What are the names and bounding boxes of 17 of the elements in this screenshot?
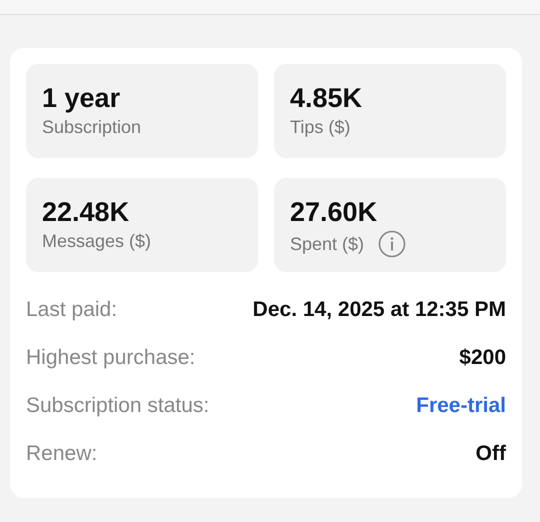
detail-label: Renew: [26,442,98,466]
stat-value: 1 year [42,82,120,114]
detail-label: Last paid: [26,298,118,322]
detail-label: Highest purchase: [26,346,196,370]
detail-label: Subscription status: [26,394,210,418]
stat-value: 27.60K [290,196,378,228]
stat-label: Subscription [42,116,142,138]
stat-label: Spent ($) [290,233,364,255]
detail-value: Dec. 14, 2025 at 12:35 PM [252,298,506,322]
stat-value: 4.85K [290,82,362,114]
detail-value: Off [476,442,506,466]
stat-label: Messages ($) [42,230,152,252]
status-link[interactable]: Free-trial [416,394,506,418]
stat-label: Tips ($) [290,116,350,138]
detail-value: $200 [459,346,506,370]
stat-value: 22.48K [42,196,130,228]
info-icon[interactable] [378,230,406,258]
